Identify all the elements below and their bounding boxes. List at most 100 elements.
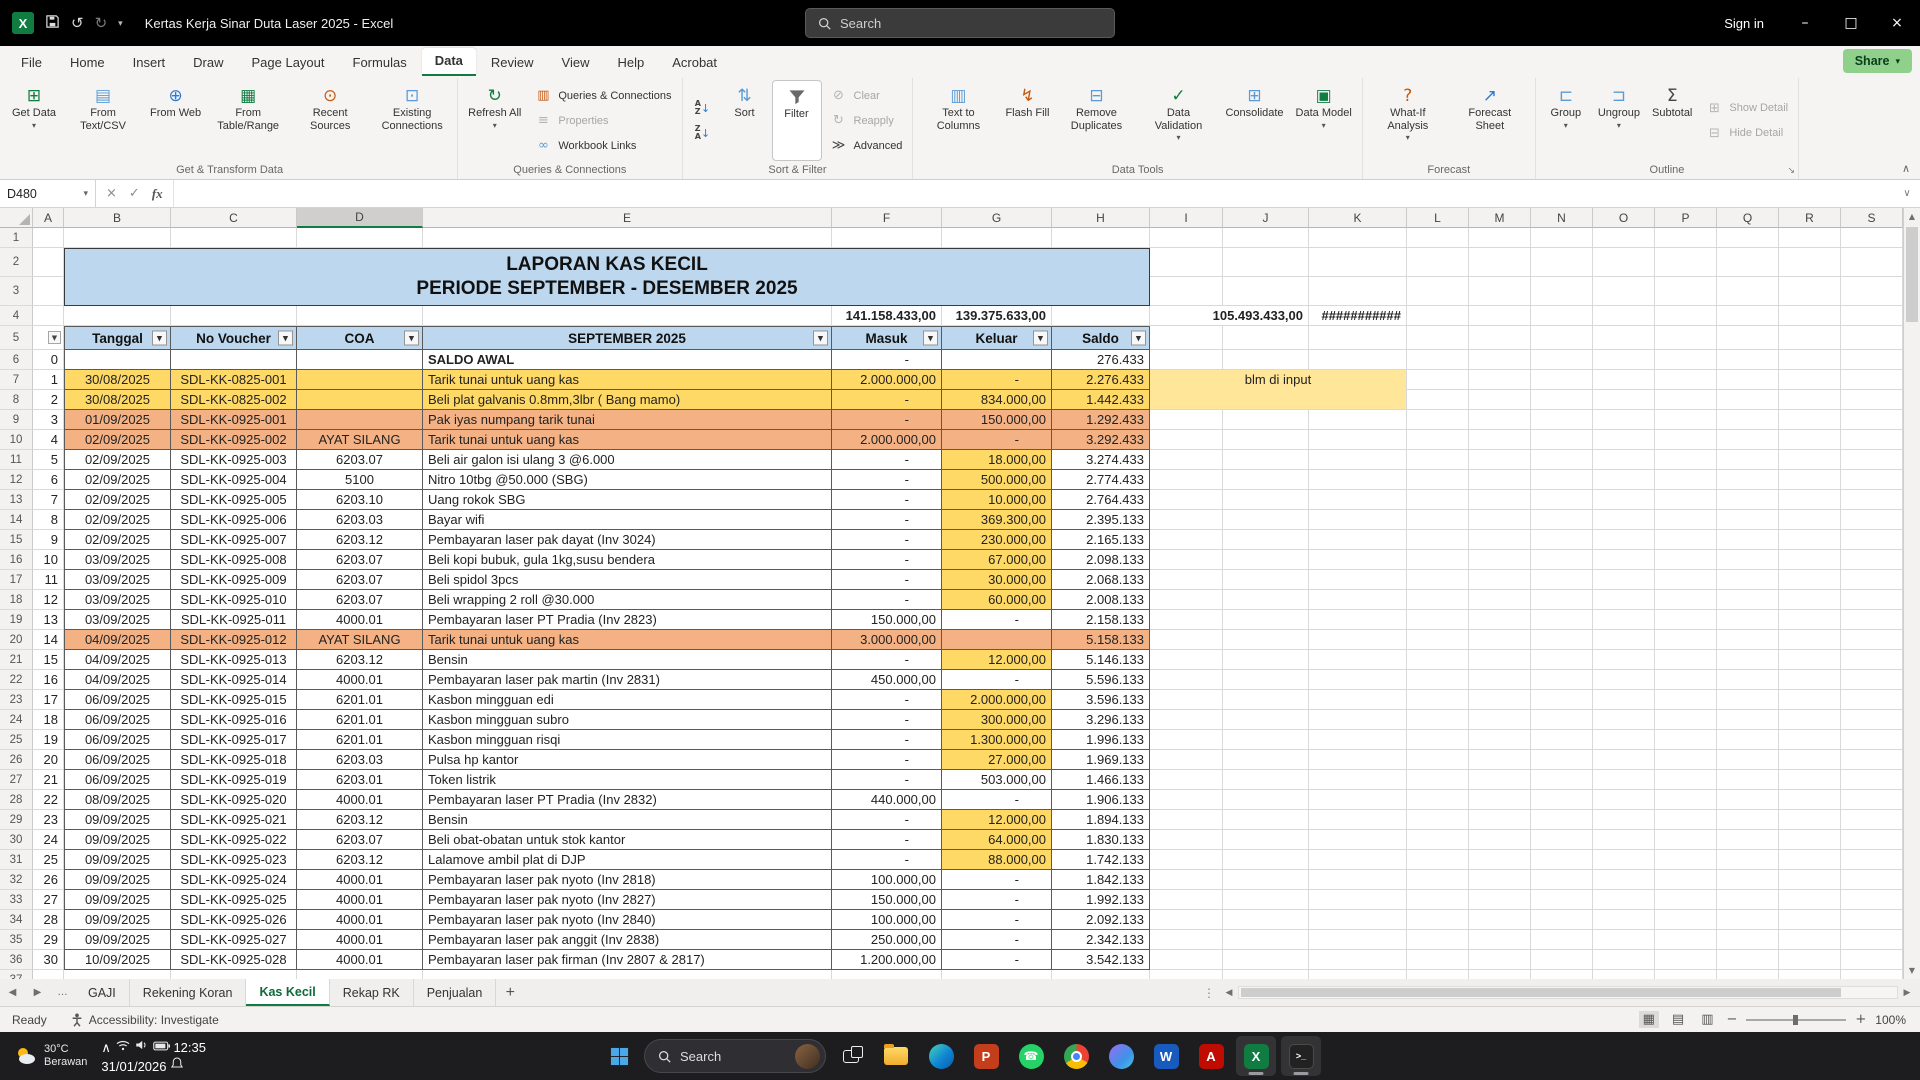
cell-I17[interactable] [1150, 570, 1223, 590]
acrobat-icon[interactable]: A [1191, 1036, 1231, 1076]
cell-M24[interactable] [1469, 710, 1531, 730]
cell-A36[interactable]: 30 [33, 950, 64, 970]
cell-G16[interactable]: 67.000,00 [942, 550, 1052, 570]
cell-G37[interactable] [942, 970, 1052, 979]
cell-M22[interactable] [1469, 670, 1531, 690]
cell-M4[interactable] [1469, 306, 1531, 326]
sign-in-button[interactable]: Sign in [1706, 0, 1782, 46]
cell-K15[interactable] [1309, 530, 1407, 550]
cell-H18[interactable]: 2.008.133 [1052, 590, 1150, 610]
cell-C27[interactable]: SDL-KK-0925-019 [171, 770, 297, 790]
cell-G9[interactable]: 150.000,00 [942, 410, 1052, 430]
cell-A32[interactable]: 26 [33, 870, 64, 890]
cell-L28[interactable] [1407, 790, 1469, 810]
cell-A3[interactable] [33, 277, 64, 306]
cell-M35[interactable] [1469, 930, 1531, 950]
cell-C18[interactable]: SDL-KK-0925-010 [171, 590, 297, 610]
cell-P27[interactable] [1655, 770, 1717, 790]
cell-P3[interactable] [1655, 277, 1717, 306]
cell-A28[interactable]: 22 [33, 790, 64, 810]
cell-H33[interactable]: 1.992.133 [1052, 890, 1150, 910]
cell-F22[interactable]: 450.000,00 [832, 670, 942, 690]
cell-Q21[interactable] [1717, 650, 1779, 670]
cell-N6[interactable] [1531, 350, 1593, 370]
save-icon[interactable] [45, 14, 60, 33]
cell-K34[interactable] [1309, 910, 1407, 930]
cell-P13[interactable] [1655, 490, 1717, 510]
cell-F8[interactable]: - [832, 390, 942, 410]
cell-E27[interactable]: Token listrik [423, 770, 832, 790]
cell-C23[interactable]: SDL-KK-0925-015 [171, 690, 297, 710]
cell-A21[interactable]: 15 [33, 650, 64, 670]
cell-E20[interactable]: Tarik tunai untuk uang kas [423, 630, 832, 650]
cell-D29[interactable]: 6203.12 [297, 810, 423, 830]
cell-I18[interactable] [1150, 590, 1223, 610]
cell-N32[interactable] [1531, 870, 1593, 890]
cell-I28[interactable] [1150, 790, 1223, 810]
cell-K22[interactable] [1309, 670, 1407, 690]
row-header-1[interactable]: 1 [0, 228, 33, 248]
cell-J22[interactable] [1223, 670, 1309, 690]
cell-S36[interactable] [1841, 950, 1903, 970]
ungroup-button[interactable]: ⊐Ungroup▾ [1593, 80, 1645, 161]
cell-J26[interactable] [1223, 750, 1309, 770]
flash-fill-button[interactable]: ↯Flash Fill [1000, 80, 1054, 161]
cell-G1[interactable] [942, 228, 1052, 248]
cell-L15[interactable] [1407, 530, 1469, 550]
cell-S17[interactable] [1841, 570, 1903, 590]
cell-I1[interactable] [1150, 228, 1223, 248]
cell-J19[interactable] [1223, 610, 1309, 630]
cell-J15[interactable] [1223, 530, 1309, 550]
cell-C22[interactable]: SDL-KK-0925-014 [171, 670, 297, 690]
column-header-M[interactable]: M [1469, 208, 1531, 228]
cell-K18[interactable] [1309, 590, 1407, 610]
scroll-right-icon[interactable]: ▶ [1898, 988, 1916, 998]
header-no-voucher[interactable]: No Voucher▼ [171, 326, 297, 350]
cell-M9[interactable] [1469, 410, 1531, 430]
cell-O9[interactable] [1593, 410, 1655, 430]
cell-A34[interactable]: 28 [33, 910, 64, 930]
cell-L25[interactable] [1407, 730, 1469, 750]
row-header-23[interactable]: 23 [0, 690, 33, 710]
cell-R4[interactable] [1779, 306, 1841, 326]
cell-L18[interactable] [1407, 590, 1469, 610]
cell-O32[interactable] [1593, 870, 1655, 890]
cell-J28[interactable] [1223, 790, 1309, 810]
cell-S37[interactable] [1841, 970, 1903, 979]
cell-G13[interactable]: 10.000,00 [942, 490, 1052, 510]
cell-M1[interactable] [1469, 228, 1531, 248]
cell-I21[interactable] [1150, 650, 1223, 670]
cell-Q10[interactable] [1717, 430, 1779, 450]
zoom-out-icon[interactable]: − [1726, 1012, 1737, 1027]
cell-L6[interactable] [1407, 350, 1469, 370]
report-subtitle[interactable]: PERIODE SEPTEMBER - DESEMBER 2025 [64, 277, 1150, 306]
row-header-26[interactable]: 26 [0, 750, 33, 770]
cell-O28[interactable] [1593, 790, 1655, 810]
customize-qat-caret-icon[interactable]: ▾ [118, 18, 123, 29]
cell-P25[interactable] [1655, 730, 1717, 750]
cell-R26[interactable] [1779, 750, 1841, 770]
insert-function-icon[interactable]: fx [152, 186, 163, 202]
cell-I5[interactable] [1150, 326, 1223, 350]
cell-G32[interactable]: - [942, 870, 1052, 890]
cell-J36[interactable] [1223, 950, 1309, 970]
cell-Q6[interactable] [1717, 350, 1779, 370]
cell-K12[interactable] [1309, 470, 1407, 490]
cell-E9[interactable]: Pak iyas numpang tarik tunai [423, 410, 832, 430]
cell-R18[interactable] [1779, 590, 1841, 610]
terminal-icon[interactable]: >_ [1281, 1036, 1321, 1076]
cell-S28[interactable] [1841, 790, 1903, 810]
collapse-ribbon-icon[interactable]: ∧ [1902, 162, 1910, 175]
cell-F20[interactable]: 3.000.000,00 [832, 630, 942, 650]
cell-D26[interactable]: 6203.03 [297, 750, 423, 770]
ribbon-tab-acrobat[interactable]: Acrobat [659, 50, 730, 76]
cell-B31[interactable]: 09/09/2025 [64, 850, 171, 870]
cell-B33[interactable]: 09/09/2025 [64, 890, 171, 910]
cell-Q5[interactable] [1717, 326, 1779, 350]
cell-J1[interactable] [1223, 228, 1309, 248]
wifi-icon[interactable] [115, 1040, 131, 1055]
cell-P17[interactable] [1655, 570, 1717, 590]
cell-A25[interactable]: 19 [33, 730, 64, 750]
cell-A8[interactable]: 2 [33, 390, 64, 410]
cell-D12[interactable]: 5100 [297, 470, 423, 490]
